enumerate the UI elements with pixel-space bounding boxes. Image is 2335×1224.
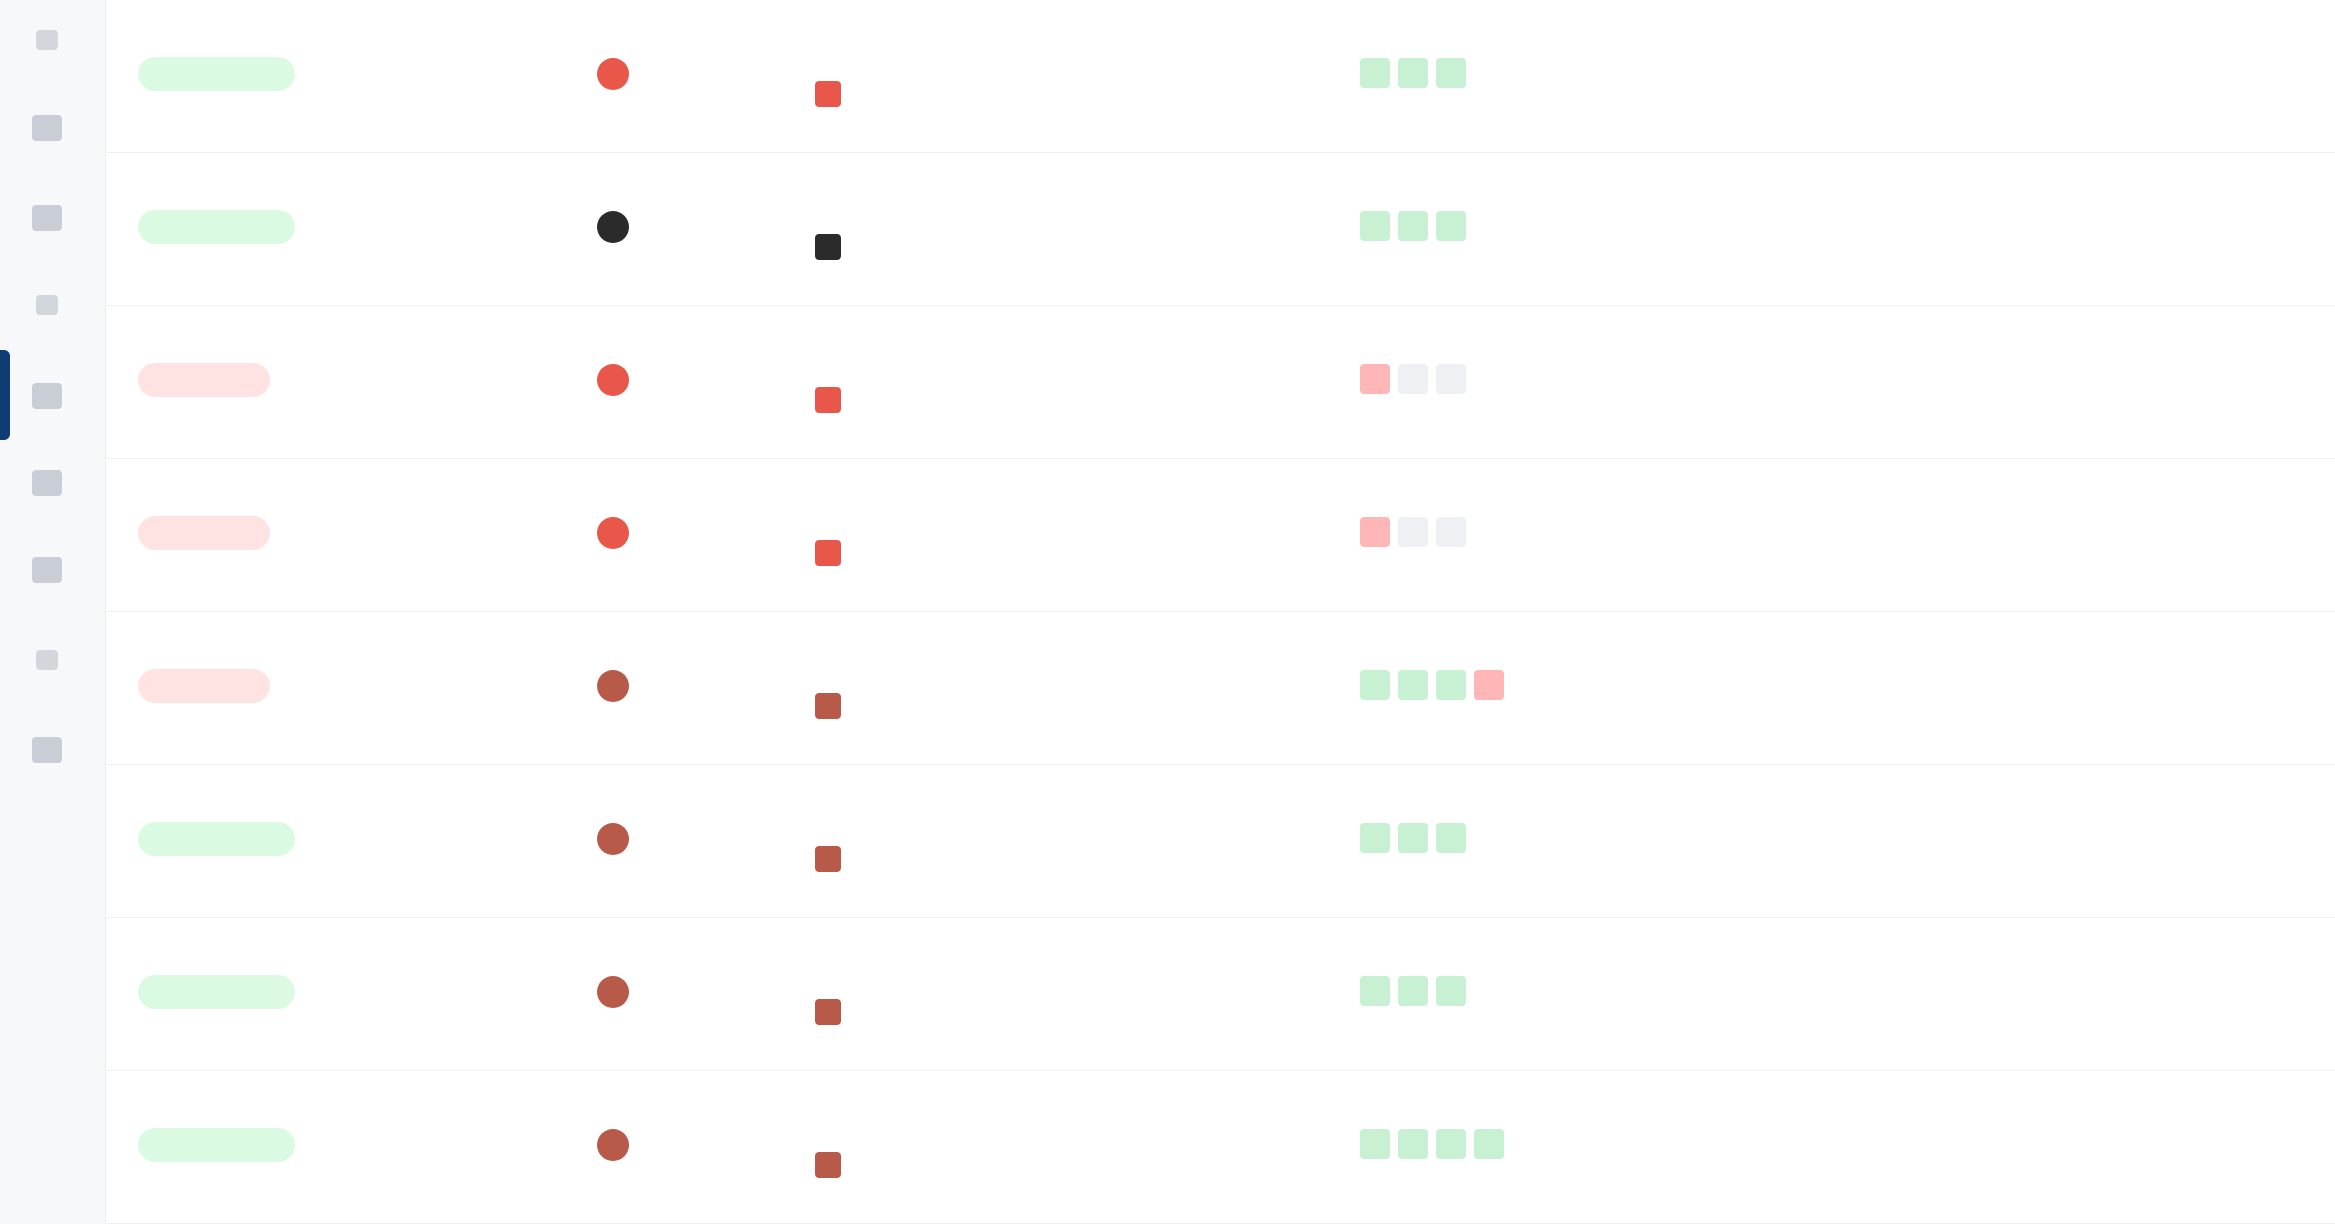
run-row[interactable] [105, 918, 2335, 1071]
avatar [597, 211, 629, 243]
check-pass-icon[interactable] [1436, 58, 1466, 88]
check-pass-icon[interactable] [1360, 976, 1390, 1006]
run-row[interactable] [105, 459, 2335, 612]
author-avatar [815, 81, 841, 108]
avatar [597, 58, 629, 90]
check-fail-icon[interactable] [1360, 364, 1390, 394]
check-pass-icon[interactable] [1398, 1129, 1428, 1159]
run-title [815, 1107, 825, 1133]
run-title [815, 342, 825, 368]
run-row[interactable] [105, 1071, 2335, 1224]
commit-message [815, 233, 1415, 261]
avatar [597, 823, 629, 855]
status-badge [138, 210, 295, 244]
check-skip-icon[interactable] [1398, 517, 1428, 547]
author-avatar [815, 1152, 841, 1179]
avatar [597, 1129, 629, 1161]
nav-icon-4[interactable] [36, 295, 58, 315]
check-fail-icon[interactable] [1360, 517, 1390, 547]
run-row[interactable] [105, 306, 2335, 459]
check-pass-icon[interactable] [1360, 1129, 1390, 1159]
run-title [815, 36, 825, 62]
run-row[interactable] [105, 0, 2335, 153]
check-pass-icon[interactable] [1398, 670, 1428, 700]
nav-icon-3[interactable] [32, 205, 62, 231]
check-pass-icon[interactable] [1436, 211, 1466, 241]
check-pass-icon[interactable] [1398, 976, 1428, 1006]
check-fail-icon[interactable] [1474, 670, 1504, 700]
status-badge [138, 822, 295, 856]
sidebar-active-indicator [0, 350, 10, 440]
runs-list [105, 0, 2335, 1224]
check-pass-icon[interactable] [1398, 823, 1428, 853]
nav-icon-2[interactable] [32, 115, 62, 141]
run-title [815, 648, 825, 674]
nav-icon-1[interactable] [36, 30, 58, 50]
status-badge [138, 1128, 295, 1162]
check-pass-icon[interactable] [1398, 211, 1428, 241]
avatar [597, 976, 629, 1008]
check-pass-icon[interactable] [1436, 823, 1466, 853]
run-title [815, 954, 825, 980]
sidebar [0, 0, 106, 1224]
check-statuses [1360, 364, 1466, 394]
avatar [597, 517, 629, 549]
author-avatar [815, 999, 841, 1026]
status-badge [138, 975, 295, 1009]
status-badge [138, 669, 270, 703]
nav-icon-9[interactable] [32, 737, 62, 763]
author-avatar [815, 693, 841, 720]
check-skip-icon[interactable] [1436, 364, 1466, 394]
check-pass-icon[interactable] [1360, 211, 1390, 241]
run-title [815, 495, 825, 521]
check-pass-icon[interactable] [1360, 823, 1390, 853]
commit-message [815, 539, 1415, 567]
run-title [815, 189, 825, 215]
commit-message [815, 998, 1415, 1026]
run-row[interactable] [105, 612, 2335, 765]
run-row[interactable] [105, 153, 2335, 306]
run-row[interactable] [105, 765, 2335, 918]
nav-icon-5[interactable] [32, 383, 62, 409]
commit-message [815, 386, 1415, 414]
author-avatar [815, 540, 841, 567]
check-statuses [1360, 670, 1504, 700]
run-title [815, 801, 825, 827]
avatar [597, 364, 629, 396]
commit-message [815, 1151, 1415, 1179]
check-statuses [1360, 211, 1466, 241]
check-statuses [1360, 1129, 1504, 1159]
nav-icon-7[interactable] [32, 557, 62, 583]
check-pass-icon[interactable] [1360, 58, 1390, 88]
author-avatar [815, 846, 841, 873]
author-avatar [815, 234, 841, 261]
author-avatar [815, 387, 841, 414]
commit-message [815, 845, 1415, 873]
check-statuses [1360, 823, 1466, 853]
check-skip-icon[interactable] [1398, 364, 1428, 394]
avatar [597, 670, 629, 702]
check-pass-icon[interactable] [1436, 976, 1466, 1006]
commit-message [815, 692, 1415, 720]
status-badge [138, 363, 270, 397]
check-statuses [1360, 58, 1466, 88]
status-badge [138, 57, 295, 91]
nav-icon-6[interactable] [32, 470, 62, 496]
check-statuses [1360, 976, 1466, 1006]
check-pass-icon[interactable] [1398, 58, 1428, 88]
check-pass-icon[interactable] [1436, 670, 1466, 700]
check-pass-icon[interactable] [1360, 670, 1390, 700]
check-statuses [1360, 517, 1466, 547]
check-pass-icon[interactable] [1474, 1129, 1504, 1159]
commit-message [815, 80, 1415, 108]
nav-icon-8[interactable] [36, 650, 58, 670]
status-badge [138, 516, 270, 550]
check-pass-icon[interactable] [1436, 1129, 1466, 1159]
check-skip-icon[interactable] [1436, 517, 1466, 547]
